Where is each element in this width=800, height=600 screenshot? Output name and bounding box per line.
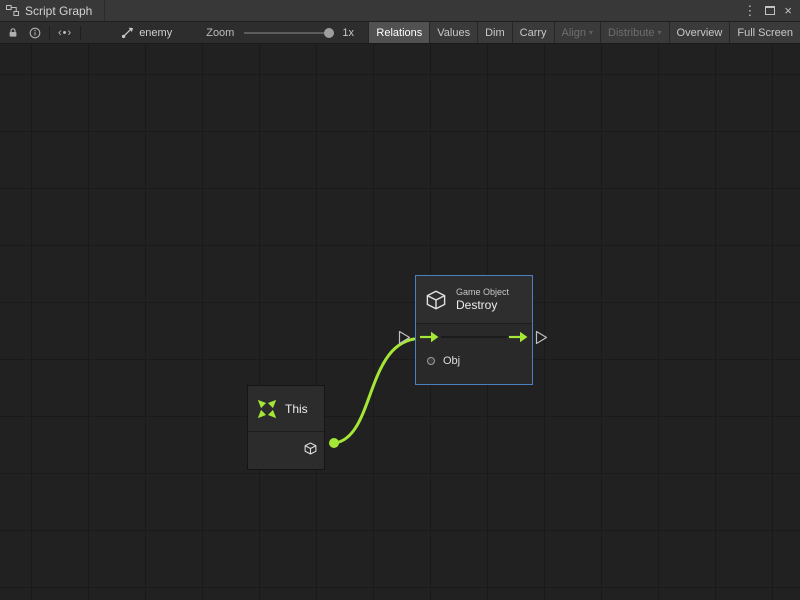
node-this[interactable]: This — [247, 385, 325, 470]
graph-asset-icon — [121, 27, 134, 39]
node-title: Destroy — [456, 298, 509, 312]
flow-in-arrow-icon — [420, 331, 439, 343]
dim-button[interactable]: Dim — [477, 22, 512, 43]
distribute-button[interactable]: Distribute ▾ — [600, 22, 668, 43]
fullscreen-button[interactable]: Full Screen — [729, 22, 800, 43]
this-output-port[interactable] — [329, 438, 339, 448]
window-menu-icon[interactable]: ⋮ — [743, 4, 756, 17]
obj-port-label: Obj — [443, 355, 460, 367]
distribute-button-label: Distribute — [608, 27, 654, 39]
overview-button-label: Overview — [677, 27, 723, 39]
node-destroy[interactable]: Game Object Destroy Obj — [415, 275, 533, 385]
tab-script-graph[interactable]: Script Graph — [0, 0, 105, 21]
info-icon[interactable] — [29, 27, 41, 39]
overview-button[interactable]: Overview — [669, 22, 730, 43]
game-object-cube-icon — [303, 441, 318, 456]
graph-toolbar: ‹•› enemy Zoom 1x Relations Values Dim C… — [0, 22, 800, 44]
dim-button-label: Dim — [485, 27, 505, 39]
relation-line — [441, 336, 507, 338]
toolbar-buttons: Relations Values Dim Carry Align ▾ Distr… — [368, 22, 800, 43]
obj-port-row: Obj — [416, 350, 532, 372]
zoom-value: 1x — [342, 27, 354, 39]
node-this-body — [248, 432, 324, 468]
zoom-slider[interactable] — [244, 27, 334, 39]
zoom-label: Zoom — [206, 27, 234, 39]
relations-button-label: Relations — [376, 27, 422, 39]
carry-button-label: Carry — [520, 27, 547, 39]
relations-button[interactable]: Relations — [368, 22, 429, 43]
values-button[interactable]: Values — [429, 22, 477, 43]
node-this-header: This — [248, 386, 324, 432]
connection-this-to-destroy[interactable] — [335, 339, 414, 443]
carry-button[interactable]: Carry — [512, 22, 554, 43]
window-controls: ⋮ × — [743, 4, 800, 17]
game-object-cube-icon — [424, 288, 448, 312]
lock-icon[interactable] — [7, 27, 19, 39]
window-titlebar: Script Graph ⋮ × — [0, 0, 800, 22]
control-input-port[interactable] — [398, 330, 411, 345]
control-output-port[interactable] — [535, 330, 548, 345]
zoom-slider-track — [244, 32, 334, 34]
graph-name: enemy — [139, 27, 172, 39]
connection-layer — [0, 44, 800, 600]
this-icon — [256, 398, 278, 420]
tab-title: Script Graph — [25, 4, 92, 18]
script-graph-icon — [6, 5, 19, 16]
toolbar-separator — [80, 26, 81, 40]
obj-input-port[interactable] — [427, 357, 435, 365]
ports-toggle-icon[interactable]: ‹•› — [58, 27, 72, 39]
fullscreen-button-label: Full Screen — [737, 27, 793, 39]
window-close-icon[interactable]: × — [784, 4, 792, 17]
toolbar-separator — [49, 26, 50, 40]
node-destroy-header: Game Object Destroy — [416, 276, 532, 324]
graph-asset-reference[interactable]: enemy — [121, 27, 172, 39]
node-destroy-titles: Game Object Destroy — [456, 287, 509, 312]
zoom-slider-knob[interactable] — [324, 28, 334, 38]
node-category: Game Object — [456, 287, 509, 297]
align-button[interactable]: Align ▾ — [554, 22, 600, 43]
chevron-down-icon: ▾ — [658, 28, 662, 37]
chevron-down-icon: ▾ — [589, 28, 593, 37]
relations-row — [416, 324, 532, 350]
values-button-label: Values — [437, 27, 470, 39]
align-button-label: Align — [562, 27, 586, 39]
flow-out-arrow-icon — [509, 331, 528, 343]
window-maximize-icon[interactable] — [765, 6, 775, 15]
node-title: This — [285, 402, 308, 416]
graph-canvas[interactable]: Game Object Destroy Obj — [0, 44, 800, 600]
